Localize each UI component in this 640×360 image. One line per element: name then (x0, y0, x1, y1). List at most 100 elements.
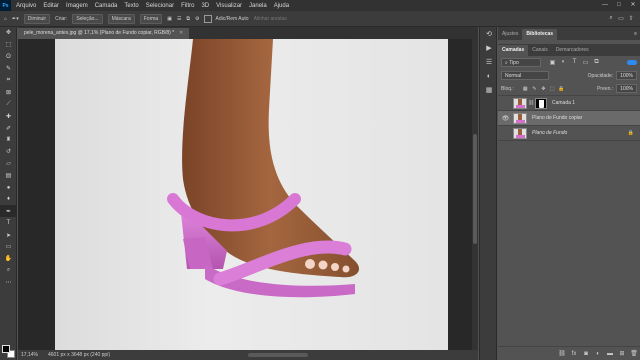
horizontal-scroll-thumb[interactable] (248, 353, 308, 357)
type-filter-icon[interactable]: T (569, 59, 580, 66)
checkbox-icon[interactable] (204, 14, 213, 23)
workspace-icon[interactable]: ▭ (616, 15, 626, 22)
new-layer-icon[interactable]: ⊞ (616, 350, 628, 357)
color-swatches[interactable] (2, 345, 16, 359)
eye-icon[interactable]: 👁 (498, 115, 513, 122)
lock-position-icon[interactable]: ✥ (539, 86, 548, 92)
fill-field[interactable]: 100% (616, 84, 637, 93)
document-tab[interactable]: pele_morena_antes.jpg @ 17,1% (Plano de … (18, 28, 190, 39)
dodge-tool-icon[interactable]: ♦ (0, 193, 17, 205)
tab-camadas[interactable]: Camadas (498, 45, 529, 56)
layer-row-active[interactable]: 👁 Plano de Fundo copiar (498, 111, 640, 126)
swatches-panel-icon[interactable]: ▦ (480, 83, 498, 97)
search-icon[interactable]: ⌕ (606, 15, 616, 22)
opacity-field[interactable]: 100% (616, 71, 637, 80)
menu-visualizar[interactable]: Visualizar (216, 3, 242, 9)
path-align-icon[interactable]: ☰ (177, 16, 181, 22)
filter-toggle[interactable] (627, 60, 637, 65)
trash-icon[interactable]: 🗑 (628, 350, 640, 357)
link-layers-icon[interactable]: ⛓ (556, 350, 568, 357)
menu-3d[interactable]: 3D (201, 3, 209, 9)
menu-texto[interactable]: Texto (124, 3, 138, 9)
share-icon[interactable]: ⇧ (626, 15, 636, 22)
pixel-filter-icon[interactable]: ▣ (547, 59, 558, 66)
canvas-area[interactable] (18, 39, 478, 350)
canvas-image[interactable] (55, 39, 448, 350)
marquee-tool-icon[interactable]: ⬚ (0, 39, 17, 51)
lock-transparency-icon[interactable]: ▦ (521, 86, 530, 92)
menu-camada[interactable]: Camada (95, 3, 118, 9)
move-tool-icon[interactable]: ✥ (0, 27, 17, 39)
lasso-tool-icon[interactable]: ʘ (0, 51, 17, 63)
tab-ajustes[interactable]: Ajustes (498, 29, 522, 40)
make-mask-button[interactable]: Máscara (107, 13, 135, 24)
properties-panel-icon[interactable]: ☰ (480, 55, 498, 69)
menu-janela[interactable]: Janela (249, 3, 267, 9)
menu-filtro[interactable]: Filtro (181, 3, 194, 9)
layer-row[interactable]: ⛓ Camada 1 (498, 96, 640, 111)
zoom-tool-icon[interactable]: ⌕ (0, 265, 17, 277)
lock-pixels-icon[interactable]: ✎ (530, 86, 539, 92)
fx-icon[interactable]: fx (568, 351, 580, 357)
type-tool-icon[interactable]: T (0, 217, 17, 229)
blur-tool-icon[interactable]: ● (0, 182, 17, 194)
menu-arquivo[interactable]: Arquivo (16, 3, 36, 9)
tab-demarcadores[interactable]: Demarcadores (552, 45, 593, 56)
menu-editar[interactable]: Editar (43, 3, 59, 9)
actions-panel-icon[interactable]: ▶ (480, 41, 498, 55)
minimize-button[interactable]: — (598, 0, 612, 11)
panel-menu-icon[interactable]: ≡ (634, 29, 640, 40)
link-icon[interactable]: ⛓ (528, 100, 534, 106)
history-panel-icon[interactable]: ⟲ (480, 27, 498, 41)
brush-tool-icon[interactable]: ✐ (0, 122, 17, 134)
vertical-scrollbar[interactable] (472, 39, 478, 350)
filter-kind-select[interactable]: ⌕ Tipo (501, 58, 541, 67)
lock-all-icon[interactable]: 🔒 (557, 86, 566, 92)
foreground-color-swatch[interactable] (2, 345, 10, 353)
new-group-icon[interactable]: ▬ (604, 351, 616, 357)
eyedropper-tool-icon[interactable]: ⟋ (0, 98, 17, 110)
rectangle-tool-icon[interactable]: ▭ (0, 241, 17, 253)
quick-selection-tool-icon[interactable]: ✎ (0, 63, 17, 75)
shape-filter-icon[interactable]: ▭ (580, 59, 591, 66)
add-mask-icon[interactable]: ◙ (580, 351, 592, 357)
close-tab-icon[interactable]: ✕ (179, 28, 183, 39)
make-selection-button[interactable]: Seleção... (72, 13, 103, 24)
close-button[interactable]: ✕ (626, 0, 640, 11)
layer-mask-thumbnail[interactable] (535, 97, 547, 109)
path-selection-tool-icon[interactable]: ➤ (0, 229, 17, 241)
hand-tool-icon[interactable]: ✋ (0, 253, 17, 265)
crop-tool-icon[interactable]: ⌗ (0, 75, 17, 87)
eraser-tool-icon[interactable]: ▱ (0, 158, 17, 170)
pen-tool-icon[interactable]: ✒ (0, 205, 17, 218)
path-ops-icon[interactable]: ▣ (167, 16, 172, 22)
healing-brush-tool-icon[interactable]: ✚ (0, 110, 17, 122)
tab-bibliotecas[interactable]: Bibliotecas (522, 29, 558, 40)
vertical-scroll-thumb[interactable] (473, 134, 477, 244)
maximize-button[interactable]: □ (612, 0, 626, 11)
auto-add-delete-checkbox[interactable]: Adic/Rem Auto (204, 14, 249, 23)
lock-artboard-icon[interactable]: ⬚ (548, 86, 557, 92)
menu-imagem[interactable]: Imagem (66, 3, 88, 9)
menu-ajuda[interactable]: Ajuda (274, 3, 289, 9)
settings-gear-icon[interactable]: ⚙ (195, 16, 199, 22)
zoom-level[interactable]: 17,14% (18, 352, 42, 358)
tab-canais[interactable]: Canais (528, 45, 552, 56)
adjustment-filter-icon[interactable]: ◐ (558, 59, 569, 66)
pen-tool-preset-icon[interactable]: ✒▾ (12, 16, 19, 22)
menu-selecionar[interactable]: Selecionar (146, 3, 174, 9)
frame-tool-icon[interactable]: ⊠ (0, 86, 17, 98)
more-tools-icon[interactable]: ⋯ (0, 277, 17, 289)
path-arrange-icon[interactable]: ⧉ (186, 16, 190, 22)
smart-object-filter-icon[interactable]: ⧉ (591, 59, 602, 66)
make-shape-button[interactable]: Forma (139, 13, 163, 24)
blend-mode-select[interactable]: Normal (501, 71, 549, 80)
color-panel-icon[interactable]: ◐ (480, 69, 498, 83)
home-icon[interactable]: ⌂ (4, 16, 7, 22)
gradient-tool-icon[interactable]: ▤ (0, 170, 17, 182)
clone-stamp-tool-icon[interactable]: ♜ (0, 134, 17, 146)
adjustment-layer-icon[interactable]: ◐ (592, 351, 604, 357)
layer-row[interactable]: Plano de Fundo 🔒 (498, 126, 640, 141)
history-brush-tool-icon[interactable]: ↺ (0, 146, 17, 158)
path-operation-select[interactable]: Diminuir (23, 13, 51, 24)
